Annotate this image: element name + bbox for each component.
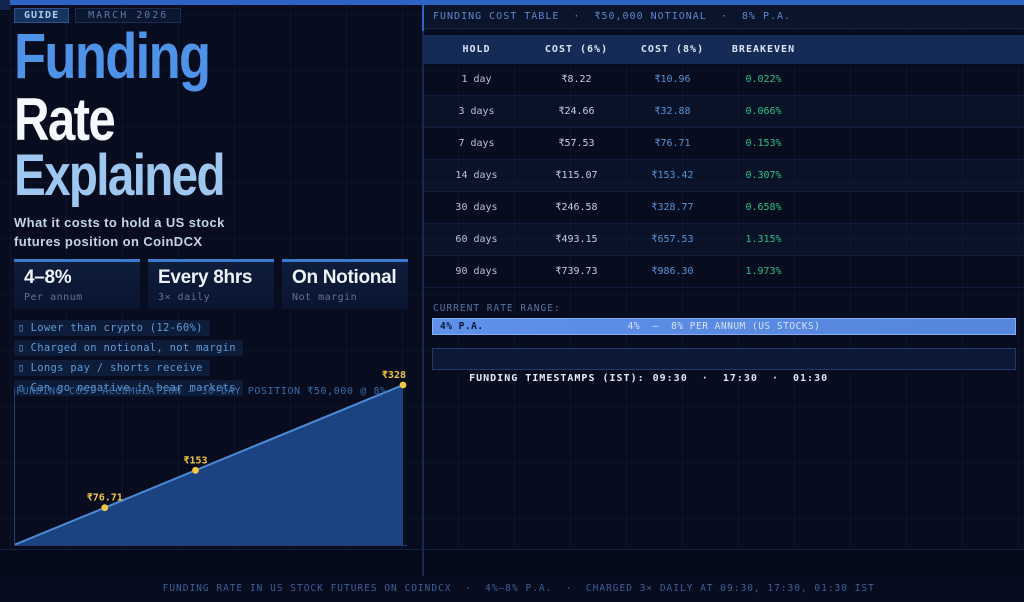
timestamps-values: 09:30 · 17:30 · 01:30 xyxy=(653,373,829,384)
table-cell: 30 days xyxy=(424,192,529,224)
title-line-2: Rate xyxy=(14,92,114,147)
bullet-text: Charged on notional, not margin xyxy=(31,342,236,354)
table-cell: 0.307% xyxy=(721,160,806,192)
stat-label: 3× daily xyxy=(158,292,264,303)
table-cell: 0.022% xyxy=(721,64,806,96)
chart-data-point xyxy=(101,504,108,511)
column-header-breakeven: BREAKEVEN xyxy=(721,35,806,64)
funding-cost-table: HOLD COST (6%) COST (8%) BREAKEVEN 1 day… xyxy=(424,35,1024,288)
stat-label: Not margin xyxy=(292,292,398,303)
table-cell: ₹493.15 xyxy=(529,224,624,256)
stat-value: Every 8hrs xyxy=(158,268,264,287)
title-line-3: Explained xyxy=(14,149,224,202)
table-cell: 0.658% xyxy=(721,192,806,224)
table-cell: ₹246.58 xyxy=(529,192,624,224)
bullet-item: ▯ Lower than crypto (12-60%) xyxy=(14,320,210,336)
table-cell: ₹153.42 xyxy=(624,160,721,192)
table-cell: 0.153% xyxy=(721,128,806,160)
chart-point-label: ₹328 xyxy=(382,370,406,381)
table-cell: 1 day xyxy=(424,64,529,96)
rate-bar-range-text: 4% — 8% PER ANNUM (US STOCKS) xyxy=(433,319,1015,334)
funding-accumulation-chart: FUNDING COST ACCUMULATION — 30-DAY POSIT… xyxy=(14,370,407,547)
table-cell-filler xyxy=(806,192,1024,224)
stat-cards: 4–8% Per annum Every 8hrs 3× daily On No… xyxy=(14,259,408,309)
table-cell: ₹115.07 xyxy=(529,160,624,192)
table-row: 3 days₹24.66₹32.880.066% xyxy=(424,96,1024,128)
table-cell: ₹8.22 xyxy=(529,64,624,96)
column-header-cost6: COST (6%) xyxy=(529,35,624,64)
box-icon: ▯ xyxy=(18,322,25,334)
footer-bar: FUNDING RATE IN US STOCK FUTURES ON COIN… xyxy=(0,549,1024,576)
table-cell: ₹986.30 xyxy=(624,256,721,288)
table-cell: 0.066% xyxy=(721,96,806,128)
box-icon: ▯ xyxy=(18,342,25,354)
table-cell-filler xyxy=(806,96,1024,128)
table-row: 1 day₹8.22₹10.960.022% xyxy=(424,64,1024,96)
top-left-corner-block xyxy=(0,0,10,10)
top-accent-bar xyxy=(10,0,1024,5)
stat-card-rate: 4–8% Per annum xyxy=(14,259,140,309)
subtitle-line-2: futures position on CoinDCX xyxy=(14,233,408,251)
stat-card-frequency: Every 8hrs 3× daily xyxy=(148,259,274,309)
table-cell: 1.973% xyxy=(721,256,806,288)
table-cell-filler xyxy=(806,128,1024,160)
table-row: 7 days₹57.53₹76.710.153% xyxy=(424,128,1024,160)
chart-point-label: ₹153 xyxy=(183,455,207,466)
stat-value: 4–8% xyxy=(24,268,130,287)
table-cell: ₹10.96 xyxy=(624,64,721,96)
table-cell-filler xyxy=(806,64,1024,96)
table-cell: ₹739.73 xyxy=(529,256,624,288)
rate-range-label: CURRENT RATE RANGE: xyxy=(433,303,1024,314)
page-title: Funding Rate Explained xyxy=(14,27,408,202)
chart-point-label: ₹76.71 xyxy=(87,493,123,504)
right-panel: FUNDING COST TABLE · ₹50,000 NOTIONAL · … xyxy=(424,5,1024,370)
chart-data-point xyxy=(192,467,199,474)
table-row: 90 days₹739.73₹986.301.973% xyxy=(424,256,1024,288)
column-header-hold: HOLD xyxy=(424,35,529,64)
table-cell-filler xyxy=(806,160,1024,192)
funding-timestamps-strip: FUNDING TIMESTAMPS (IST):09:30 · 17:30 ·… xyxy=(432,348,1016,370)
footer-text: FUNDING RATE IN US STOCK FUTURES ON COIN… xyxy=(163,583,875,594)
chart-data-point xyxy=(400,382,407,389)
bullet-text: Lower than crypto (12-60%) xyxy=(31,322,203,334)
stat-value: On Notional xyxy=(292,268,398,287)
stat-card-notional: On Notional Not margin xyxy=(282,259,408,309)
table-cell: 60 days xyxy=(424,224,529,256)
table-row: 60 days₹493.15₹657.531.315% xyxy=(424,224,1024,256)
timestamps-label: FUNDING TIMESTAMPS (IST): xyxy=(469,373,645,384)
table-cell: 90 days xyxy=(424,256,529,288)
chart-title: FUNDING COST ACCUMULATION — 30-DAY POSIT… xyxy=(16,386,387,397)
table-header-row: HOLD COST (6%) COST (8%) BREAKEVEN xyxy=(424,35,1024,64)
left-panel: GUIDE MARCH 2026 Funding Rate Explained … xyxy=(14,7,408,400)
subtitle: What it costs to hold a US stock futures… xyxy=(14,214,408,250)
table-cell: ₹57.53 xyxy=(529,128,624,160)
table-header-strip: FUNDING COST TABLE · ₹50,000 NOTIONAL · … xyxy=(424,5,1024,29)
table-cell: 14 days xyxy=(424,160,529,192)
stat-label: Per annum xyxy=(24,292,130,303)
panel-divider xyxy=(422,5,424,576)
table-row: 30 days₹246.58₹328.770.658% xyxy=(424,192,1024,224)
column-header-filler xyxy=(806,35,1024,64)
table-row: 14 days₹115.07₹153.420.307% xyxy=(424,160,1024,192)
rate-range-bar: 4% P.A. 4% — 8% PER ANNUM (US STOCKS) xyxy=(432,318,1016,335)
table-cell-filler xyxy=(806,224,1024,256)
title-line-1: Funding xyxy=(14,27,209,86)
table-cell-filler xyxy=(806,256,1024,288)
subtitle-line-1: What it costs to hold a US stock xyxy=(14,214,408,232)
table-cell: ₹657.53 xyxy=(624,224,721,256)
column-header-cost8: COST (8%) xyxy=(624,35,721,64)
table-cell: 7 days xyxy=(424,128,529,160)
table-cell: ₹24.66 xyxy=(529,96,624,128)
bullet-item: ▯ Charged on notional, not margin xyxy=(14,340,243,356)
table-cell: 3 days xyxy=(424,96,529,128)
table-cell: 1.315% xyxy=(721,224,806,256)
table-cell: ₹32.88 xyxy=(624,96,721,128)
table-cell: ₹76.71 xyxy=(624,128,721,160)
table-body: 1 day₹8.22₹10.960.022%3 days₹24.66₹32.88… xyxy=(424,64,1024,288)
table-cell: ₹328.77 xyxy=(624,192,721,224)
